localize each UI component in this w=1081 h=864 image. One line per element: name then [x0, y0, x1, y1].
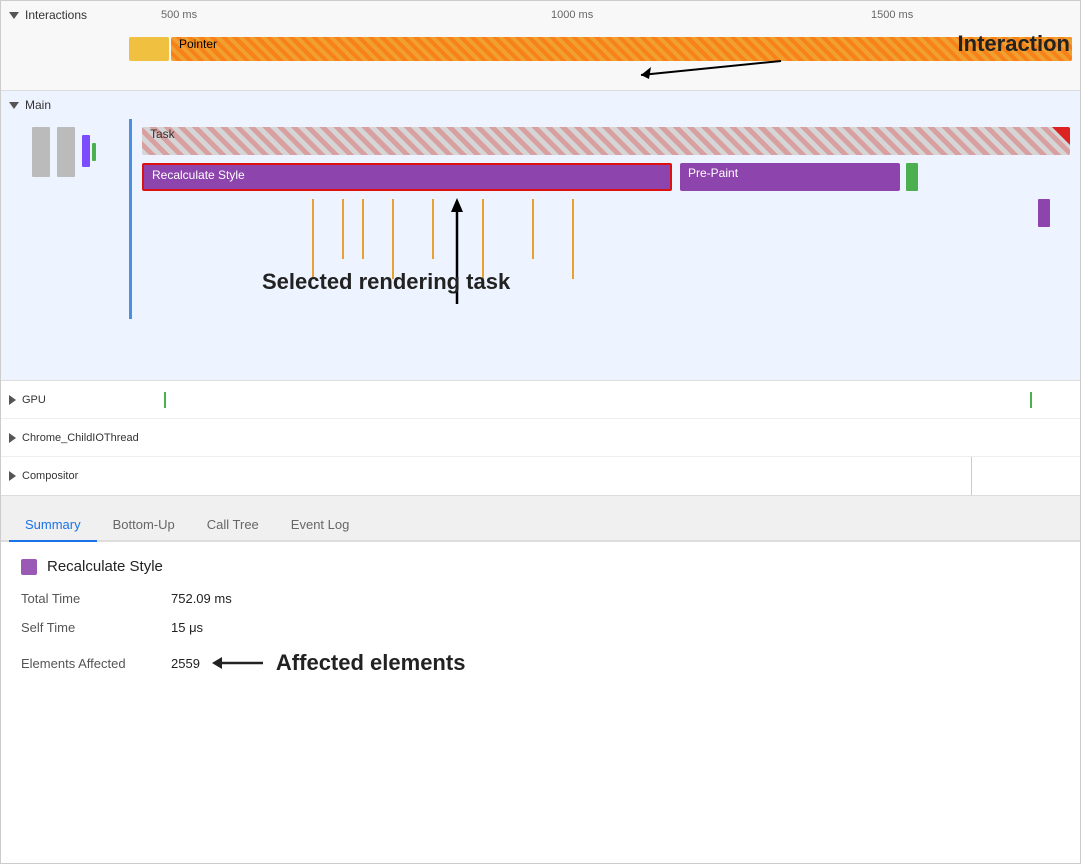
interactions-collapse-icon[interactable]: [9, 12, 19, 19]
small-grey-block-1: [32, 127, 50, 177]
interaction-annotation-text: Interaction: [958, 31, 1070, 57]
main-section: Main Task Recalculate Style Pre-Paint: [1, 91, 1080, 381]
tab-summary[interactable]: Summary: [9, 509, 97, 542]
small-green-block-2: [906, 163, 918, 191]
self-time-label: Self Time: [21, 620, 161, 635]
task-bar[interactable]: Task: [142, 127, 1070, 155]
small-purple-block: [82, 135, 90, 167]
main-left-border: [129, 119, 132, 319]
childio-timeline: [152, 419, 1072, 456]
gpu-green-tick-2: [1030, 392, 1032, 408]
tick-5: [482, 199, 484, 279]
main-label: Main: [25, 98, 51, 112]
summary-panel: Recalculate Style Total Time 752.09 ms S…: [1, 542, 1080, 787]
main-collapse-icon[interactable]: [9, 102, 19, 109]
main-timeline-content: Task Recalculate Style Pre-Paint Se: [132, 119, 1080, 381]
recalculate-style-icon: [21, 559, 37, 575]
ruler-mark-500: 500 ms: [161, 9, 197, 21]
compositor-expand-icon[interactable]: [9, 471, 16, 481]
tab-bottom-up[interactable]: Bottom-Up: [97, 509, 191, 542]
childio-row: Chrome_ChildIOThread: [1, 419, 1080, 457]
gpu-timeline: [152, 381, 1072, 418]
tab-event-log[interactable]: Event Log: [275, 509, 366, 542]
affected-arrow-svg: [208, 649, 268, 677]
tick-6: [532, 199, 534, 259]
gpu-row: GPU: [1, 381, 1080, 419]
total-time-row: Total Time 752.09 ms: [21, 591, 1060, 606]
self-time-value: 15 μs: [171, 620, 203, 635]
ruler-mark-1500: 1500 ms: [871, 9, 913, 21]
pointer-bar-container: Pointer: [129, 37, 1072, 61]
tick-7: [572, 199, 574, 279]
compositor-label: Compositor: [22, 470, 152, 482]
total-time-label: Total Time: [21, 591, 161, 606]
gpu-green-tick-1: [164, 392, 166, 408]
prepaint-label: Pre-Paint: [680, 163, 900, 183]
interactions-section: Interactions 500 ms 1000 ms 1500 ms Poin…: [1, 1, 1080, 91]
recalculate-style-bar[interactable]: Recalculate Style: [142, 163, 672, 191]
interactions-label: Interactions: [25, 8, 125, 22]
elements-affected-label: Elements Affected: [21, 656, 161, 671]
pointer-yellow-block: [129, 37, 169, 61]
interactions-pointer-row: Pointer: [1, 33, 1080, 65]
main-header: Main: [1, 91, 1080, 119]
affected-annotation-text: Affected elements: [276, 650, 466, 676]
task-red-corner: [1052, 127, 1070, 145]
tick-2: [362, 199, 364, 259]
task-label: Task: [142, 127, 183, 145]
summary-title-row: Recalculate Style: [21, 558, 1060, 575]
tick-3: [392, 199, 394, 279]
thread-rows: GPU Chrome_ChildIOThread Compositor: [1, 381, 1080, 496]
rendering-annotation-text: Selected rendering task: [262, 269, 510, 295]
self-time-row: Self Time 15 μs: [21, 620, 1060, 635]
total-time-value: 752.09 ms: [171, 591, 232, 606]
tick-8: [342, 199, 344, 259]
compositor-separator: [971, 457, 972, 495]
childio-label: Chrome_ChildIOThread: [22, 432, 152, 444]
tabs-bar: Summary Bottom-Up Call Tree Event Log: [1, 496, 1080, 542]
small-purple-block-2: [1038, 199, 1050, 227]
elements-affected-row: Elements Affected 2559 Affected elements: [21, 649, 1060, 677]
tab-call-tree[interactable]: Call Tree: [191, 509, 275, 542]
pointer-text: Pointer: [171, 37, 225, 53]
summary-title: Recalculate Style: [47, 558, 163, 575]
tick-1: [312, 199, 314, 279]
small-grey-block-2: [57, 127, 75, 177]
ruler-mark-1000: 1000 ms: [551, 9, 593, 21]
compositor-timeline: [152, 457, 1072, 495]
recalculate-style-label: Recalculate Style: [144, 165, 670, 185]
gpu-expand-icon[interactable]: [9, 395, 16, 405]
tick-4: [432, 199, 434, 259]
prepaint-bar[interactable]: Pre-Paint: [680, 163, 900, 191]
gpu-label: GPU: [22, 394, 152, 406]
childio-expand-icon[interactable]: [9, 433, 16, 443]
compositor-row: Compositor: [1, 457, 1080, 495]
rendering-annotation-svg: [332, 194, 582, 324]
small-green-block-1: [92, 143, 96, 161]
pointer-orange-bar[interactable]: Pointer: [171, 37, 1072, 61]
elements-affected-value: 2559: [171, 656, 200, 671]
